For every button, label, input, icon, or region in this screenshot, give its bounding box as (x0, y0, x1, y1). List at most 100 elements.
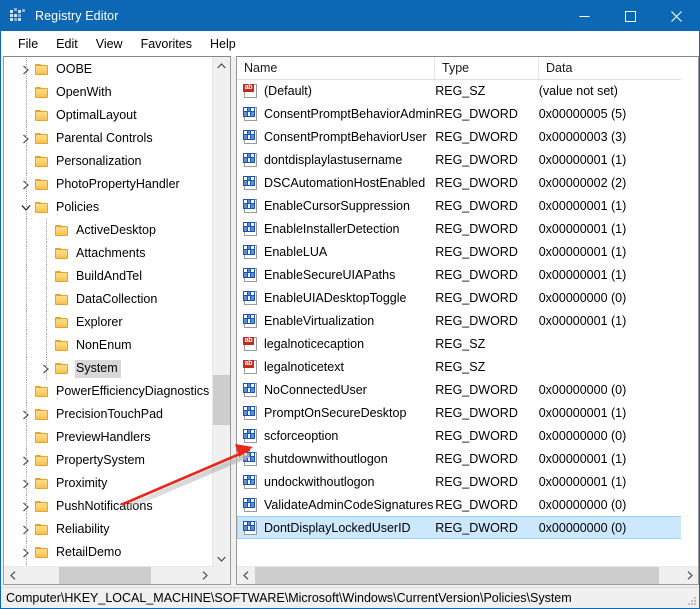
folder-icon (34, 384, 50, 400)
table-row[interactable]: dontdisplaylastusername REG_DWORD 0x000000… (237, 148, 698, 171)
tree-item-attachments[interactable]: Attachments (4, 242, 213, 265)
registry-tree: OOBE OpenWith OptimalLayout Parental Contro… (4, 58, 213, 567)
tree-scroll-down-arrow[interactable] (213, 550, 230, 567)
column-header-type[interactable]: Type (435, 57, 539, 79)
table-row[interactable]: PromptOnSecureDesktop REG_DWORD 0x00000001… (237, 401, 698, 424)
value-icon-wrap: ab (238, 336, 264, 352)
folder-icon (54, 315, 70, 331)
tree-item-previewhandlers[interactable]: PreviewHandlers (4, 426, 213, 449)
values-h-scroll-thumb[interactable] (255, 567, 659, 584)
tree-item-policies[interactable]: Policies (4, 196, 213, 219)
column-header-name[interactable]: Name (237, 57, 435, 79)
tree-item-system[interactable]: System (4, 357, 213, 380)
tree-item-pushnotifications[interactable]: PushNotifications (4, 495, 213, 518)
tree-item-openwith[interactable]: OpenWith (4, 81, 213, 104)
table-row[interactable]: scforceoption REG_DWORD 0x00000000 (0) (237, 424, 698, 447)
tree-folder-wrap (34, 200, 55, 216)
table-row[interactable]: EnableInstallerDetection REG_DWORD 0x00000… (237, 217, 698, 240)
table-row[interactable]: NoConnectedUser REG_DWORD 0x00000000 (0) (237, 378, 698, 401)
minimize-button[interactable] (561, 1, 607, 31)
tree-item-photopropertyhandler[interactable]: PhotoPropertyHandler (4, 173, 213, 196)
cell-data: 0x00000001 (1) (538, 451, 627, 466)
dword-value-icon (243, 313, 259, 329)
folder-icon (34, 85, 50, 101)
table-row[interactable]: ValidateAdminCodeSignatures REG_DWORD 0x00… (237, 493, 698, 516)
menu-file[interactable]: File (9, 34, 47, 54)
table-row[interactable]: EnableCursorSuppression REG_DWORD 0x000000… (237, 194, 698, 217)
table-row[interactable]: EnableLUA REG_DWORD 0x00000001 (1) (237, 240, 698, 263)
table-row[interactable]: ab legalnoticetext REG_SZ (237, 355, 698, 378)
menu-help[interactable]: Help (201, 34, 245, 54)
tree-folder-wrap (54, 269, 75, 285)
tree-folder-wrap (34, 384, 55, 400)
table-row[interactable]: ConsentPromptBehaviorAdmin REG_DWORD 0x000… (237, 102, 698, 125)
folder-icon (54, 223, 70, 239)
folder-icon (34, 522, 50, 538)
tree-item-label: Attachments (76, 245, 146, 260)
tree-scroll-corner (213, 567, 230, 584)
tree-guide-line (26, 173, 28, 196)
tree-guide-line (46, 357, 48, 380)
dword-value-icon (243, 106, 259, 122)
tree-vertical-scrollbar[interactable] (212, 57, 230, 567)
tree-item-personalization[interactable]: Personalization (4, 150, 213, 173)
cell-name: DSCAutomationHostEnabled (264, 175, 426, 190)
tree-item-retaildemo[interactable]: RetailDemo (4, 541, 213, 564)
tree-item-label: PowerEfficiencyDiagnostics (56, 383, 210, 398)
folder-icon (34, 154, 50, 170)
tree-item-activedesktop[interactable]: ActiveDesktop (4, 219, 213, 242)
table-row[interactable]: EnableUIADesktopToggle REG_DWORD 0x0000000… (237, 286, 698, 309)
menu-bar: File Edit View Favorites Help (1, 31, 699, 56)
cell-data: 0x00000000 (0) (538, 497, 627, 512)
table-row[interactable]: ConsentPromptBehaviorUser REG_DWORD 0x0000… (237, 125, 698, 148)
cell-data: 0x00000003 (3) (538, 129, 627, 144)
folder-icon (34, 131, 50, 147)
tree-item-parental-controls[interactable]: Parental Controls (4, 127, 213, 150)
tree-scroll-thumb[interactable] (213, 375, 230, 425)
tree-item-proximity[interactable]: Proximity (4, 472, 213, 495)
tree-item-buildandtel[interactable]: BuildAndTel (4, 265, 213, 288)
tree-scroll-up-arrow[interactable] (213, 57, 230, 74)
tree-scroll-right-arrow[interactable] (196, 567, 213, 584)
tree-item-datacollection[interactable]: DataCollection (4, 288, 213, 311)
table-row[interactable]: undockwithoutlogon REG_DWORD 0x00000001 (1… (237, 470, 698, 493)
tree-guide-line (26, 334, 28, 357)
table-row[interactable]: DSCAutomationHostEnabled REG_DWORD 0x00000… (237, 171, 698, 194)
maximize-button[interactable] (607, 1, 653, 31)
table-row[interactable]: ab (Default) REG_SZ (value not set) (237, 79, 698, 102)
value-icon-wrap (238, 520, 264, 536)
tree-horizontal-scrollbar[interactable] (4, 566, 213, 584)
tree-guide-line (26, 541, 28, 564)
tree-item-powerefficiencydiagnostics[interactable]: PowerEfficiencyDiagnostics (4, 380, 213, 403)
tree-folder-wrap (54, 223, 75, 239)
close-button[interactable] (653, 1, 699, 31)
cell-data: 0x00000002 (2) (538, 175, 627, 190)
table-row[interactable]: ab legalnoticecaption REG_SZ (237, 332, 698, 355)
menu-view[interactable]: View (87, 34, 132, 54)
tree-item-oobe[interactable]: OOBE (4, 58, 213, 81)
tree-item-label: DataCollection (76, 291, 158, 306)
tree-scroll-left-arrow[interactable] (4, 567, 21, 584)
table-row[interactable]: EnableVirtualization REG_DWORD 0x00000001 … (237, 309, 698, 332)
menu-edit[interactable]: Edit (47, 34, 87, 54)
values-vertical-scrollbar[interactable] (681, 79, 698, 567)
tree-item-explorer[interactable]: Explorer (4, 311, 213, 334)
tree-item-optimallayout[interactable]: OptimalLayout (4, 104, 213, 127)
values-horizontal-scrollbar[interactable] (237, 566, 698, 584)
table-row[interactable]: DontDisplayLockedUserID REG_DWORD 0x000000… (237, 516, 698, 539)
values-scroll-left-arrow[interactable] (237, 567, 254, 584)
dword-value-icon (243, 474, 259, 490)
menu-favorites[interactable]: Favorites (132, 34, 201, 54)
tree-h-scroll-thumb[interactable] (59, 567, 151, 584)
tree-guide-line (26, 104, 28, 127)
tree-item-precisiontouchpad[interactable]: PrecisionTouchPad (4, 403, 213, 426)
tree-item-nonenum[interactable]: NonEnum (4, 334, 213, 357)
values-scroll-right-arrow[interactable] (681, 567, 698, 584)
column-header-data[interactable]: Data (539, 57, 698, 79)
table-row[interactable]: shutdownwithoutlogon REG_DWORD 0x00000001 … (237, 447, 698, 470)
tree-item-reliability[interactable]: Reliability (4, 518, 213, 541)
table-row[interactable]: EnableSecureUIAPaths REG_DWORD 0x00000001 … (237, 263, 698, 286)
dword-value-icon (243, 290, 259, 306)
tree-item-propertysystem[interactable]: PropertySystem (4, 449, 213, 472)
dword-value-icon (243, 267, 259, 283)
